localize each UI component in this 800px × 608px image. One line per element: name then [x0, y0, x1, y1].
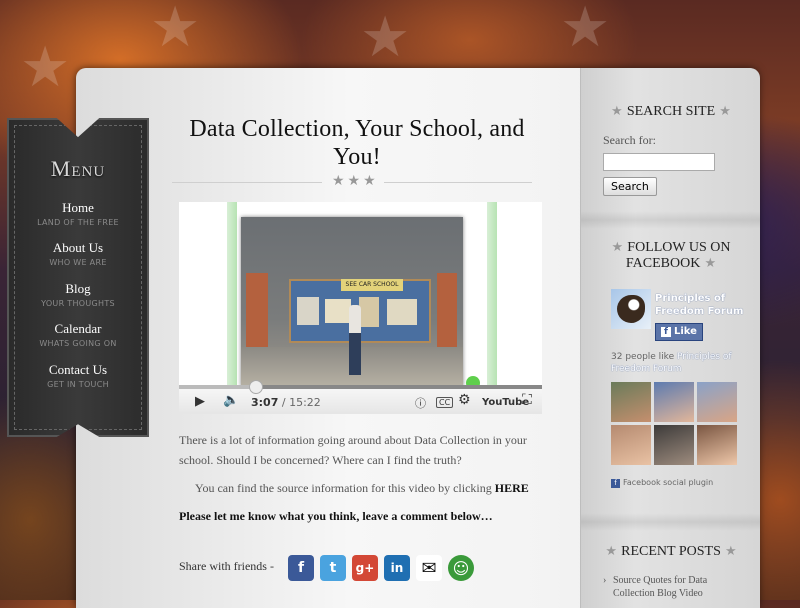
facebook-page-name[interactable]: Principles of Freedom Forum: [655, 292, 750, 318]
search-heading-text: SEARCH SITE: [626, 104, 716, 119]
board-banner: SEE CAR SCHOOL: [341, 279, 403, 291]
fan-avatar[interactable]: [697, 425, 737, 465]
menu-item-calendar[interactable]: Calendar WHATS GOING ON: [9, 321, 147, 348]
flag-star-decoration: ★: [20, 35, 71, 100]
fan-avatar[interactable]: [654, 382, 694, 422]
like-label: Like: [674, 326, 697, 337]
flag-star-decoration: ★: [150, 0, 201, 60]
menu-item-label: Blog: [65, 281, 91, 296]
menu-item-blog[interactable]: Blog YOUR THOUGHTS: [9, 281, 147, 308]
video-time-total: / 15:22: [281, 396, 321, 409]
linkedin-share-icon[interactable]: in: [384, 555, 410, 581]
facebook-glyph: f: [297, 560, 305, 576]
recent-post-link[interactable]: Source Quotes for Data Collection Blog V…: [603, 574, 743, 600]
video-frame[interactable]: SEE CAR SCHOOL: [241, 217, 463, 387]
video-progress-played: [179, 385, 256, 389]
comment-prompt: Please let me know what you think, leave…: [179, 509, 493, 523]
fan-avatar[interactable]: [611, 425, 651, 465]
video-time: 3:07 / 15:22: [251, 396, 321, 409]
bullet-icon: ›: [603, 575, 607, 586]
post-title: Data Collection, Your School, and You!: [189, 116, 525, 170]
facebook-f-icon: f: [661, 327, 671, 337]
main-content: Data Collection, Your School, and You! ★…: [76, 68, 580, 608]
fullscreen-icon[interactable]: ⛶: [522, 392, 532, 408]
menu-item-about-us[interactable]: About Us WHO WE ARE: [9, 240, 147, 267]
facebook-likes-count: 32 people like Principles of Freedom For…: [611, 351, 751, 375]
info-icon[interactable]: ⓘ: [415, 395, 426, 411]
video-progress-bar[interactable]: [179, 385, 542, 389]
facebook-share-icon[interactable]: f: [288, 555, 314, 581]
email-glyph: ✉: [421, 557, 437, 579]
menu-item-sub: WHATS GOING ON: [39, 339, 117, 348]
search-label: Search for:: [603, 133, 656, 147]
facebook-fan-grid: [611, 382, 737, 468]
fan-avatar[interactable]: [697, 382, 737, 422]
post-call-to-action: Please let me know what you think, leave…: [179, 506, 539, 526]
menu-item-sub: GET IN TOUCH: [47, 380, 109, 389]
plugin-label-text: Facebook social plugin: [623, 478, 714, 487]
share-this-icon[interactable]: ☺: [448, 555, 474, 581]
title-divider: ★★★: [172, 173, 532, 193]
menu-item-sub: WHO WE ARE: [49, 258, 107, 267]
post-paragraph: There is a lot of information going arou…: [179, 433, 527, 467]
flag-star-decoration: ★: [560, 0, 611, 60]
volume-icon[interactable]: 🔈: [223, 393, 239, 408]
captions-icon[interactable]: CC: [436, 397, 454, 408]
email-share-icon[interactable]: ✉: [416, 555, 442, 581]
source-link[interactable]: HERE: [495, 481, 529, 495]
search-heading: ★ SEARCH SITE ★: [611, 104, 731, 119]
twitter-glyph: t: [329, 560, 337, 576]
menu-item-label: About Us: [52, 240, 104, 255]
video-player[interactable]: SEE CAR SCHOOL ▶ 🔈 3:07 / 15:22 ⓘ CC ⚙ Y…: [179, 202, 542, 414]
facebook-heading: ★ FOLLOW US ON FACEBOOK ★: [611, 240, 731, 271]
twitter-share-icon[interactable]: t: [320, 555, 346, 581]
settings-gear-icon[interactable]: ⚙: [458, 392, 471, 408]
likes-prefix: 32 people like: [611, 352, 677, 362]
fan-avatar[interactable]: [611, 382, 651, 422]
menu-item-label: Calendar: [54, 321, 102, 336]
person-walking: [349, 305, 361, 375]
flag-star-decoration: ★: [360, 5, 411, 70]
menu-title: Menu: [50, 156, 106, 181]
menu-item-label: Home: [62, 200, 94, 215]
recent-post-item[interactable]: › Source Quotes for Data Collection Blog …: [603, 574, 743, 600]
facebook-small-icon: f: [611, 479, 620, 488]
video-time-current: 3:07: [251, 396, 279, 409]
source-text: You can find the source information for …: [195, 481, 495, 495]
facebook-like-button[interactable]: f Like: [655, 323, 703, 341]
sidebar: ★ SEARCH SITE ★ Search for: Search ★ FOL…: [580, 68, 760, 608]
menu-item-home[interactable]: Home LAND OF THE FREE: [9, 200, 147, 227]
menu-item-sub: LAND OF THE FREE: [37, 218, 119, 227]
post-paragraph-source: You can find the source information for …: [179, 478, 539, 498]
google-plus-share-icon[interactable]: g+: [352, 555, 378, 581]
recent-posts-heading: ★ RECENT POSTS ★: [605, 544, 737, 559]
facebook-page-avatar[interactable]: [611, 289, 651, 329]
share-glyph: ☺: [452, 558, 470, 578]
fan-avatar[interactable]: [654, 425, 694, 465]
share-icons: f t g+ in ✉ ☺: [288, 555, 474, 581]
eagle-icon: [617, 295, 645, 323]
search-input[interactable]: [603, 153, 715, 171]
recent-posts-heading-text: RECENT POSTS: [621, 544, 721, 559]
facebook-plugin-label[interactable]: f Facebook social plugin: [611, 478, 713, 488]
menu-item-label: Contact Us: [48, 362, 108, 377]
play-icon[interactable]: ▶: [195, 394, 205, 409]
divider-stars-icon: ★★★: [332, 173, 379, 189]
share-label: Share with friends -: [179, 559, 274, 573]
linkedin-glyph: in: [390, 561, 404, 575]
content-panel: Data Collection, Your School, and You! ★…: [76, 68, 760, 608]
side-menu: Menu Home LAND OF THE FREE About Us WHO WE…: [7, 118, 149, 437]
menu-item-contact-us[interactable]: Contact Us GET IN TOUCH: [9, 362, 147, 389]
menu-item-sub: YOUR THOUGHTS: [41, 299, 115, 308]
google-plus-glyph: g+: [355, 561, 375, 575]
search-button[interactable]: Search: [603, 177, 657, 196]
